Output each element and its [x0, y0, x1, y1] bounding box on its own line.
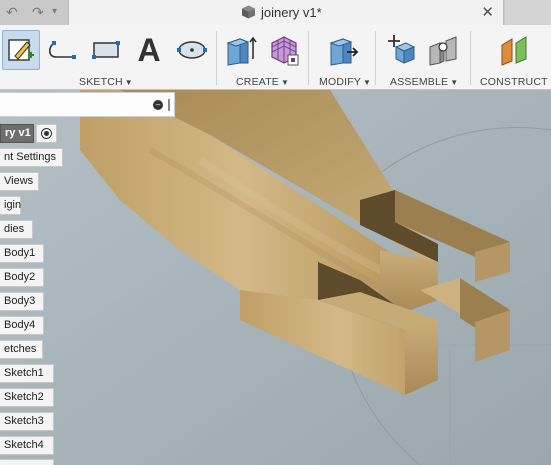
- group-divider: [375, 31, 376, 85]
- modify-group-label[interactable]: MODIFY ▼: [319, 76, 371, 88]
- press-pull-button[interactable]: [322, 30, 362, 70]
- radio-icon: [41, 128, 52, 139]
- line-icon: [48, 41, 76, 59]
- browser-item-label: Sketch1: [4, 367, 44, 379]
- rectangle-tool-button[interactable]: [88, 30, 124, 70]
- close-icon[interactable]: ✕: [481, 3, 494, 21]
- browser-item-body[interactable]: Body1: [0, 244, 44, 263]
- browser-item-label: etches: [4, 343, 37, 355]
- group-divider: [308, 31, 309, 85]
- browser-item-sketch[interactable]: Sketch1: [0, 364, 54, 383]
- press-pull-icon: [329, 38, 359, 66]
- viewport-canvas[interactable]: [0, 90, 551, 465]
- assemble-group-label[interactable]: ASSEMBLE ▼: [390, 76, 458, 88]
- toolbar-ribbon: A SKETCH ▼ CREATE ▼ MODIFY ▼ ASSEMBLE ▼ …: [0, 25, 551, 90]
- browser-item-body[interactable]: Body2: [0, 268, 44, 287]
- rectangle-icon: [92, 41, 120, 59]
- browser-item-sketch[interactable]: Sketch4: [0, 436, 54, 455]
- browser-item-sketches[interactable]: etches: [0, 340, 43, 359]
- browser-item-body[interactable]: Body4: [0, 316, 44, 335]
- joint-icon: [429, 36, 457, 66]
- browser-item-label: nt Settings: [4, 151, 56, 163]
- browser-item-label: Body1: [4, 247, 36, 259]
- browser-item-sketch[interactable]: Sketch2: [0, 388, 54, 407]
- browser-item-bodies[interactable]: dies: [0, 220, 33, 239]
- browser-item-label: Sketch3: [4, 415, 44, 427]
- construct-plane-icon: [501, 36, 527, 66]
- browser-item-label: dies: [4, 223, 25, 235]
- line-tool-button[interactable]: [46, 30, 82, 70]
- construct-group-label[interactable]: CONSTRUCT▼: [480, 76, 551, 88]
- browser-item-document-settings[interactable]: nt Settings: [0, 148, 63, 167]
- cube-icon: [242, 5, 255, 19]
- create-group-label[interactable]: CREATE ▼: [236, 76, 289, 88]
- browser-item-label: Views: [4, 175, 34, 187]
- text-icon: A: [137, 32, 161, 68]
- browser-item-label: Body2: [4, 271, 36, 283]
- title-bar: ↶ ↷ ▾ joinery v1* ✕: [0, 0, 551, 25]
- text-tool-button[interactable]: A: [130, 30, 168, 70]
- browser-item-label: igin: [4, 199, 22, 211]
- point-tool-button[interactable]: [174, 30, 210, 70]
- tab-strip-empty: [505, 0, 551, 25]
- document-tab[interactable]: joinery v1* ✕: [68, 0, 504, 25]
- new-component-button[interactable]: [382, 30, 420, 70]
- ellipse-point-icon: [177, 41, 207, 59]
- model-viewport[interactable]: [0, 90, 551, 465]
- browser-item-label: Sketch4: [4, 439, 44, 451]
- redo-icon[interactable]: ↷: [32, 4, 44, 20]
- new-component-icon: [388, 35, 416, 64]
- activate-component-radio[interactable]: [36, 124, 57, 143]
- browser-root-component[interactable]: ry v1: [0, 124, 34, 143]
- root-component-label: ry v1: [5, 127, 31, 139]
- browser-item-label: Body4: [4, 319, 36, 331]
- clear-search-icon[interactable]: –: [153, 100, 163, 110]
- joint-button[interactable]: [424, 30, 462, 70]
- form-button[interactable]: [264, 30, 302, 70]
- offset-plane-button[interactable]: [496, 30, 534, 70]
- extrude-icon: [226, 36, 257, 66]
- browser-search-input[interactable]: [0, 95, 148, 114]
- browser-item-label: Sketch2: [4, 391, 44, 403]
- document-title: joinery v1*: [261, 5, 322, 20]
- chevron-down-icon[interactable]: ▾: [52, 4, 57, 20]
- panel-resize-handle[interactable]: [168, 99, 170, 111]
- browser-item-named-views[interactable]: Views: [0, 172, 39, 191]
- browser-item-origin[interactable]: igin: [0, 196, 21, 215]
- group-divider: [470, 31, 471, 85]
- browser-item-sketch[interactable]: Sketch3: [0, 412, 54, 431]
- create-sketch-icon: [8, 39, 34, 61]
- browser-search-bar[interactable]: –: [0, 92, 175, 117]
- group-divider: [216, 31, 217, 85]
- browser-item-body[interactable]: Body3: [0, 292, 44, 311]
- create-sketch-button[interactable]: [2, 30, 40, 70]
- sketch-group-label[interactable]: SKETCH ▼: [79, 76, 133, 88]
- undo-icon[interactable]: ↶: [6, 4, 18, 20]
- extrude-button[interactable]: [222, 30, 260, 70]
- browser-item-label: Body3: [4, 295, 36, 307]
- form-cage-icon: [271, 36, 299, 66]
- browser-item-partial[interactable]: [0, 459, 54, 465]
